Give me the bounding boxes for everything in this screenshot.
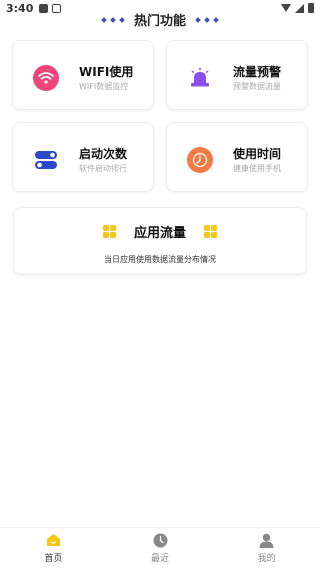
section-title: 热门功能 — [133, 14, 186, 29]
usage-time-card[interactable]: 使用时间 健康使用手机 — [166, 122, 308, 192]
nav-home[interactable]: 首页 — [0, 528, 107, 568]
profile-icon — [259, 533, 274, 548]
card-title: WIFI使用 — [79, 65, 134, 79]
app-traffic-title: 应用流量 — [133, 226, 186, 241]
card-title: 启动次数 — [79, 147, 128, 161]
grid-icon-left — [102, 225, 116, 238]
nav-recent[interactable]: 最近 — [107, 528, 214, 568]
home-icon — [46, 533, 61, 548]
app-traffic-subtitle: 当日应用使用数据流量分布情况 — [104, 255, 216, 264]
decor-dots-right — [195, 16, 219, 23]
wifi-usage-card[interactable]: WIFI使用 WIFI数据监控 — [12, 40, 154, 110]
card-title: 流量预警 — [233, 65, 282, 79]
wifi-icon — [33, 65, 59, 91]
launch-count-card[interactable]: 启动次数 软件启动排行 — [12, 122, 154, 192]
nav-label: 首页 — [44, 553, 63, 564]
card-subtitle: 健康使用手机 — [233, 164, 281, 173]
card-subtitle: 预警数据流量 — [233, 82, 281, 91]
card-subtitle: WIFI数据监控 — [79, 82, 129, 91]
decor-dots-left — [101, 16, 125, 23]
nav-label: 最近 — [151, 553, 170, 564]
card-subtitle: 软件启动排行 — [79, 164, 127, 173]
nav-profile[interactable]: 我的 — [213, 528, 320, 568]
nav-label: 我的 — [257, 553, 276, 564]
toggle-icon — [33, 147, 59, 173]
app-traffic-card[interactable]: 应用流量 当日应用使用数据流量分布情况 — [13, 207, 307, 275]
section-header: 热门功能 — [0, 10, 320, 29]
recent-clock-icon — [153, 533, 168, 548]
card-title: 使用时间 — [233, 147, 282, 161]
traffic-alert-card[interactable]: 流量预警 预警数据流量 — [166, 40, 308, 110]
alarm-icon — [187, 65, 213, 91]
clock-icon — [187, 147, 213, 173]
grid-icon-right — [204, 225, 217, 238]
bottom-nav: 首页 最近 我的 — [0, 527, 320, 568]
